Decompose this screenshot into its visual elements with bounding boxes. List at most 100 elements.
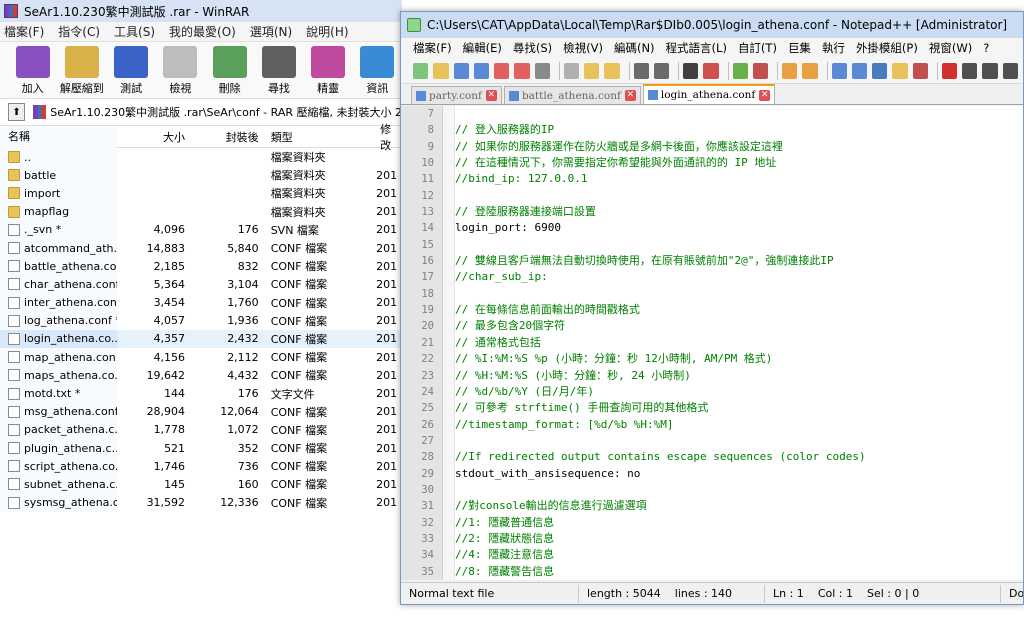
code-line[interactable]: // %I:%M:%S %p (小時：分鐘：秒 12小時制, AM/PM 格式) <box>455 351 866 367</box>
winrar-titlebar[interactable]: SeAr1.10.230繁中測試版 .rar - WinRAR <box>0 0 402 22</box>
npp-menu-item[interactable]: 編輯(E) <box>463 40 502 56</box>
close-tab-icon[interactable]: ✕ <box>759 89 771 101</box>
code-line[interactable]: //char_sub_ip: <box>455 269 866 285</box>
menu-favorites[interactable]: 我的最愛(O) <box>169 23 236 40</box>
close-tab-icon[interactable]: ✕ <box>485 90 497 101</box>
file-row[interactable]: mapflag 檔案資料夾 201 <box>0 202 402 221</box>
code-line[interactable]: login_port: 6900 <box>455 220 866 236</box>
code-line[interactable]: // 登入服務器的IP <box>455 122 866 138</box>
npp-menu-item[interactable]: 外掛模組(P) <box>856 40 918 56</box>
npp-toolbar-button-icon[interactable] <box>802 62 818 79</box>
npp-toolbar-button-icon[interactable] <box>703 62 719 79</box>
code-text-area[interactable]: // 登入服務器的IP// 如果你的服務器運作在防火牆或是多網卡後面，你應該設定… <box>455 106 866 580</box>
tab-0[interactable]: party.conf ✕ <box>411 86 502 104</box>
npp-toolbar-button-icon[interactable] <box>831 62 847 79</box>
npp-menu-item[interactable]: 編碼(N) <box>614 40 655 56</box>
code-line[interactable]: //對console輸出的信息進行過濾選項 <box>455 498 866 514</box>
code-line[interactable]: // 在每條信息前面輸出的時間戳格式 <box>455 302 866 318</box>
npp-toolbar-button-icon[interactable] <box>653 62 670 79</box>
npp-titlebar[interactable]: C:\Users\CAT\AppData\Local\Temp\Rar$DIb0… <box>401 12 1023 38</box>
file-row[interactable]: import 檔案資料夾 201 <box>0 184 402 203</box>
code-line[interactable] <box>455 433 866 449</box>
code-line[interactable]: // 如果你的服務器運作在防火牆或是多網卡後面，你應該設定這裡 <box>455 139 866 155</box>
file-row[interactable]: inter_athena.con... 3,454 1,760 CONF 檔案 201 <box>0 293 402 312</box>
toolbar-button-6[interactable]: 精靈 <box>304 46 353 96</box>
code-line[interactable]: //8: 隱藏警告信息 <box>455 564 866 580</box>
code-line[interactable]: //bind_ip: 127.0.0.1 <box>455 171 866 187</box>
code-line[interactable]: // 雙線且客戶端無法自動切換時使用，在原有賬號前加"2@"，強制連接此IP <box>455 253 866 269</box>
file-row[interactable]: packet_athena.c... 1,778 1,072 CONF 檔案 201 <box>0 420 402 439</box>
file-row[interactable]: atcommand_ath... 14,883 5,840 CONF 檔案 201 <box>0 238 402 258</box>
npp-toolbar-button-icon[interactable] <box>892 62 908 79</box>
npp-menu-item[interactable]: 檢視(V) <box>563 40 603 56</box>
column-name[interactable]: 名稱 <box>0 125 118 148</box>
code-editor[interactable]: 7 8 9 10 11 12 13 14 15 16 17 18 19 20 21 22 23 24 25 26 27 2… <box>401 106 1023 580</box>
code-line[interactable]: //If redirected output contains escape s… <box>455 449 866 465</box>
file-row[interactable]: battle 檔案資料夾 201 <box>0 166 402 185</box>
toolbar-button-0[interactable]: 加入 <box>8 46 57 96</box>
file-row[interactable]: sysmsg_athena.c... 31,592 12,336 CONF 檔案 201 <box>0 493 402 512</box>
npp-toolbar-button-icon[interactable] <box>534 62 550 79</box>
npp-menu-item[interactable]: 尋找(S) <box>513 40 552 56</box>
file-row[interactable]: subnet_athena.c... 145 160 CONF 檔案 201 <box>0 475 402 494</box>
npp-toolbar-button-icon[interactable] <box>872 62 888 79</box>
code-line[interactable] <box>455 106 866 122</box>
toolbar-button-3[interactable]: 檢視 <box>156 46 205 96</box>
npp-toolbar-button-icon[interactable] <box>563 62 580 79</box>
npp-menu-item[interactable]: 程式語言(L) <box>666 40 727 56</box>
tab-1[interactable]: battle_athena.conf ✕ <box>503 86 641 104</box>
column-modified[interactable]: 修改 <box>372 121 402 153</box>
npp-menu-item[interactable]: 巨集 <box>788 40 811 56</box>
tab-2[interactable]: login_athena.conf ✕ <box>642 84 776 104</box>
file-row[interactable]: motd.txt * 144 176 文字文件 201 <box>0 384 402 403</box>
code-line[interactable] <box>455 482 866 498</box>
code-line[interactable]: // 在這種情況下，你需要指定你希望能與外面通訊的的 IP 地址 <box>455 155 866 171</box>
npp-menu-item[interactable]: ? <box>983 41 989 55</box>
file-row[interactable]: maps_athena.co... 19,642 4,432 CONF 檔案 201 <box>0 366 402 385</box>
code-line[interactable]: // %H:%M:%S (小時：分鐘：秒, 24 小時制) <box>455 368 866 384</box>
npp-toolbar-button-icon[interactable] <box>752 62 769 79</box>
npp-menu-item[interactable]: 自訂(T) <box>738 40 777 56</box>
menu-commands[interactable]: 指令(C) <box>58 23 100 40</box>
code-line[interactable]: // 最多包含20個字符 <box>455 318 866 334</box>
npp-toolbar-button-icon[interactable] <box>494 62 510 79</box>
code-line[interactable]: // %d/%b/%Y (日/月/年) <box>455 384 866 400</box>
npp-toolbar-button-icon[interactable] <box>851 62 868 79</box>
npp-toolbar-button-icon[interactable] <box>1002 62 1018 79</box>
npp-toolbar-button-icon[interactable] <box>514 62 530 79</box>
file-row[interactable]: login_athena.co... 4,357 2,432 CONF 檔案 201 <box>0 329 402 349</box>
menu-file[interactable]: 檔案(F) <box>4 23 44 40</box>
menu-options[interactable]: 選項(N) <box>250 23 292 40</box>
npp-menu-item[interactable]: 檔案(F) <box>413 40 452 56</box>
toolbar-button-5[interactable]: 尋找 <box>254 46 303 96</box>
code-line[interactable] <box>455 286 866 302</box>
npp-toolbar-button-icon[interactable] <box>782 62 798 79</box>
code-line[interactable] <box>455 237 866 253</box>
file-row[interactable]: ._svn * 4,096 176 SVN 檔案 201 <box>0 220 402 239</box>
npp-toolbar-button-icon[interactable] <box>982 62 998 79</box>
file-row[interactable]: char_athena.conf * 5,364 3,104 CONF 檔案 201 <box>0 275 402 294</box>
toolbar-button-2[interactable]: 測試 <box>107 46 156 96</box>
code-line[interactable]: //timestamp_format: [%d/%b %H:%M] <box>455 417 866 433</box>
npp-toolbar-button-icon[interactable] <box>962 62 978 79</box>
column-size[interactable]: 大小 <box>117 129 189 145</box>
menu-tools[interactable]: 工具(S) <box>114 23 155 40</box>
up-folder-button[interactable]: ⬆ <box>8 103 26 121</box>
npp-toolbar-button-icon[interactable] <box>604 62 620 79</box>
file-row[interactable]: plugin_athena.c... 521 352 CONF 檔案 201 <box>0 439 402 458</box>
code-line[interactable]: // 通常格式包括 <box>455 335 866 351</box>
code-line[interactable]: //1: 隱藏普通信息 <box>455 515 866 531</box>
npp-toolbar-button-icon[interactable] <box>941 62 958 79</box>
toolbar-button-4[interactable]: 刪除 <box>205 46 254 96</box>
code-line[interactable]: // 登陸服務器連接端口設置 <box>455 204 866 220</box>
file-row[interactable]: battle_athena.co... 2,185 832 CONF 檔案 201 <box>0 257 402 276</box>
file-row[interactable]: map_athena.con... 4,156 2,112 CONF 檔案 201 <box>0 348 402 367</box>
npp-toolbar-button-icon[interactable] <box>633 62 649 79</box>
npp-toolbar-button-icon[interactable] <box>473 62 490 79</box>
npp-toolbar-button-icon[interactable] <box>732 62 748 79</box>
npp-toolbar-button-icon[interactable] <box>433 62 449 79</box>
npp-toolbar-button-icon[interactable] <box>912 62 928 79</box>
file-row[interactable]: .. 檔案資料夾 <box>0 148 402 167</box>
file-row[interactable]: log_athena.conf * 4,057 1,936 CONF 檔案 201 <box>0 311 402 330</box>
code-line[interactable]: // 可參考 strftime() 手冊查詢可用的其他格式 <box>455 400 866 416</box>
